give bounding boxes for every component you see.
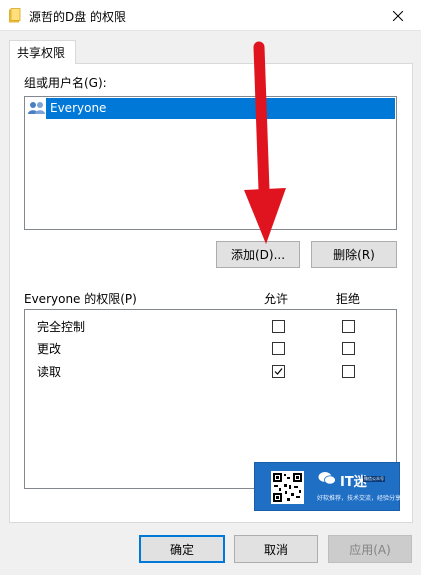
list-item-label: Everyone (50, 101, 107, 115)
checkmark-icon (274, 368, 283, 375)
tab-share-permissions[interactable]: 共享权限 (9, 40, 76, 64)
window-title: 源哲的D盘 的权限 (29, 10, 127, 24)
watermark-card: IT迷 微信公众号 好软推荐，技术交流，经验分享 (254, 462, 402, 511)
allow-full-control-checkbox[interactable] (272, 320, 285, 333)
permission-name: 完全控制 (37, 320, 86, 334)
apply-button[interactable]: 应用(A) (328, 535, 412, 563)
cancel-button[interactable]: 取消 (234, 535, 318, 563)
table-row: 更改 (25, 337, 396, 359)
permission-name: 更改 (37, 342, 62, 356)
allow-change-checkbox[interactable] (272, 342, 285, 355)
allow-header: 允许 (264, 292, 289, 306)
remove-button[interactable]: 删除(R) (311, 241, 397, 268)
deny-header: 拒绝 (336, 292, 361, 306)
deny-change-checkbox[interactable] (342, 342, 355, 355)
folder-icon (9, 8, 21, 23)
close-button[interactable] (375, 0, 421, 31)
list-item[interactable]: Everyone (46, 98, 395, 119)
watermark-slogan: 好软推荐，技术交流，经验分享 (317, 495, 402, 502)
close-icon (393, 10, 403, 21)
deny-full-control-checkbox[interactable] (342, 320, 355, 333)
wechat-icon (318, 472, 336, 485)
deny-read-checkbox[interactable] (342, 365, 355, 378)
table-row: 完全控制 (25, 315, 396, 337)
ok-button[interactable]: 确定 (139, 535, 225, 563)
permissions-label: Everyone 的权限(P) (24, 292, 137, 306)
groups-label: 组或用户名(G): (24, 76, 107, 90)
title-bar: 源哲的D盘 的权限 (0, 0, 421, 31)
allow-read-checkbox[interactable] (272, 365, 285, 378)
table-row: 读取 (25, 360, 396, 382)
users-group-icon (28, 102, 45, 114)
add-button[interactable]: 添加(D)... (216, 241, 300, 268)
groups-list[interactable]: Everyone (24, 96, 397, 230)
qr-code-icon (271, 471, 304, 504)
watermark-tag: 微信公众号 (363, 476, 385, 482)
permission-name: 读取 (37, 365, 62, 379)
